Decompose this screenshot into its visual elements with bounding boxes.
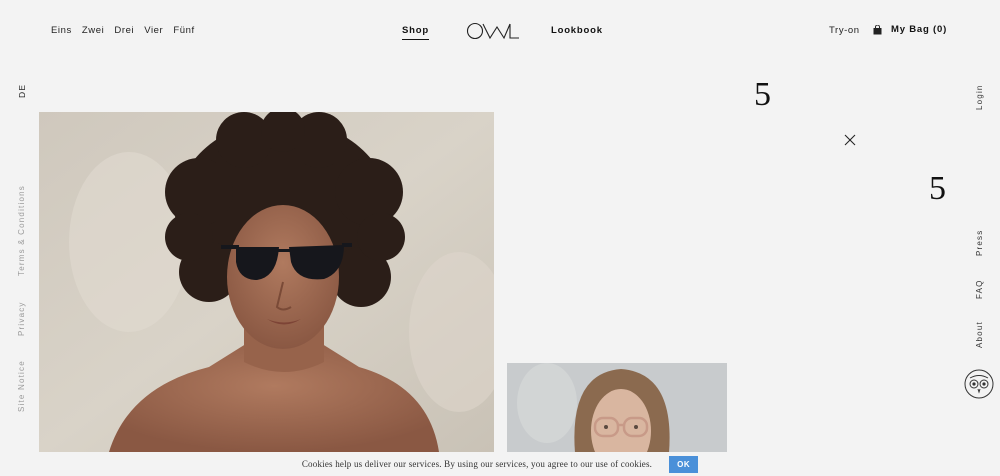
lookbook-photo-secondary[interactable] xyxy=(507,363,727,453)
cookie-message: Cookies help us deliver our services. By… xyxy=(301,459,653,469)
nav-drei[interactable]: Drei xyxy=(114,25,134,36)
owl-face-icon[interactable] xyxy=(964,369,994,399)
nav-shop[interactable]: Shop xyxy=(402,25,429,40)
about-link[interactable]: About xyxy=(975,321,984,348)
lookbook-photo-main[interactable] xyxy=(39,112,494,452)
my-bag-label: My Bag (0) xyxy=(891,24,948,35)
nav-vier[interactable]: Vier xyxy=(144,25,163,36)
owl-logo[interactable] xyxy=(466,22,520,40)
collection-nav: Eins Zwei Drei Vier Fünf xyxy=(51,25,195,36)
nav-try-on[interactable]: Try-on xyxy=(829,25,860,36)
press-link[interactable]: Press xyxy=(975,230,984,256)
cookie-accept-button[interactable]: OK xyxy=(669,455,699,473)
product-number-secondary: 5 xyxy=(929,170,946,207)
nav-lookbook[interactable]: Lookbook xyxy=(551,25,603,36)
nav-zwei[interactable]: Zwei xyxy=(82,25,104,36)
nav-fuenf[interactable]: Fünf xyxy=(173,25,194,36)
faq-link[interactable]: FAQ xyxy=(975,279,984,299)
language-switch[interactable]: DE xyxy=(17,84,27,98)
product-number: 5 xyxy=(754,76,771,113)
nav-eins[interactable]: Eins xyxy=(51,25,72,36)
close-icon[interactable] xyxy=(843,133,857,147)
privacy-link[interactable]: Privacy xyxy=(17,301,26,336)
terms-link[interactable]: Terms & Conditions xyxy=(17,185,26,276)
site-notice-link[interactable]: Site Notice xyxy=(17,360,26,412)
my-bag-link[interactable]: My Bag (0) xyxy=(873,24,947,35)
cookie-banner: Cookies help us deliver our services. By… xyxy=(0,452,1000,476)
login-link[interactable]: Login xyxy=(975,84,984,110)
bag-icon xyxy=(873,24,882,34)
